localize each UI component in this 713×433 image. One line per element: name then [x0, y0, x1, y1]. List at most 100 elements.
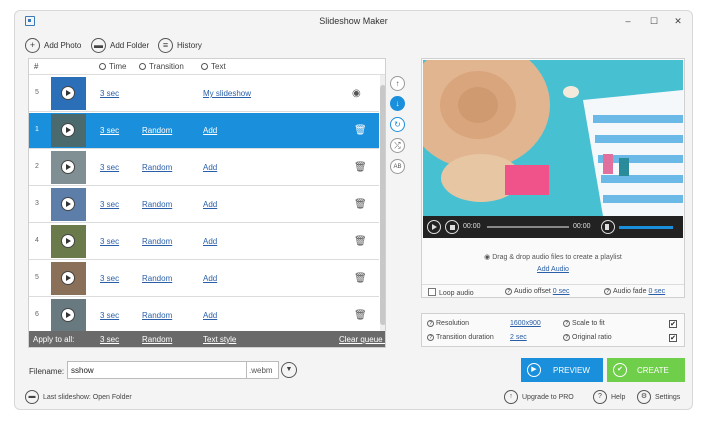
- shuffle-icon[interactable]: ⤮: [390, 138, 405, 153]
- audio-offset-link[interactable]: 0 sec: [553, 288, 570, 295]
- last-slideshow-link[interactable]: ▬ Last slideshow: Open Folder: [25, 390, 132, 404]
- minimize-button[interactable]: –: [617, 14, 639, 28]
- transition-link[interactable]: Random: [142, 163, 172, 172]
- resolution-link[interactable]: 1600x900: [510, 320, 541, 327]
- table-row[interactable]: 6 3 sec Random Add 🗑: [29, 298, 379, 334]
- trash-icon[interactable]: 🗑: [354, 162, 367, 173]
- play-icon[interactable]: [61, 197, 75, 211]
- table-row[interactable]: 3 3 sec Random Add 🗑: [29, 187, 379, 223]
- volume-icon[interactable]: [601, 220, 615, 234]
- time-link[interactable]: 3 sec: [100, 89, 119, 98]
- play-icon[interactable]: [61, 271, 75, 285]
- play-icon[interactable]: [61, 86, 75, 100]
- time-link[interactable]: 3 sec: [100, 200, 119, 209]
- text-link[interactable]: My slideshow: [203, 89, 251, 98]
- trash-icon[interactable]: 🗑: [354, 273, 367, 284]
- text-style-link[interactable]: Text style: [203, 335, 236, 344]
- volume-slider[interactable]: [619, 226, 673, 229]
- settings-button[interactable]: ⚙ Settings: [637, 390, 680, 404]
- play-icon[interactable]: [61, 308, 75, 322]
- transition-duration-link[interactable]: 2 sec: [510, 334, 527, 341]
- transition-link[interactable]: Random: [142, 311, 172, 320]
- chevron-down-icon[interactable]: ▼: [281, 362, 297, 378]
- extension-field[interactable]: .webm: [247, 361, 279, 379]
- filename-label: Filename:: [29, 367, 65, 376]
- transition-link[interactable]: Random: [142, 274, 172, 283]
- ratio-checkbox[interactable]: ✔: [669, 334, 677, 342]
- audio-fade-link[interactable]: 0 sec: [648, 288, 665, 295]
- text-link[interactable]: Add: [203, 200, 217, 209]
- text-link[interactable]: Add: [203, 311, 217, 320]
- time-link[interactable]: 3 sec: [100, 126, 119, 135]
- stop-icon[interactable]: [445, 220, 459, 234]
- table-row[interactable]: 5 3 sec My slideshow ◉: [29, 76, 379, 112]
- eye-icon[interactable]: ◉: [352, 88, 361, 99]
- col-time[interactable]: Time: [99, 62, 126, 71]
- time-link[interactable]: 3 sec: [100, 274, 119, 283]
- preview-panel: 00:00 00:00 ◉ Drag & drop audio files to…: [421, 58, 685, 298]
- apply-time-link[interactable]: 3 sec: [100, 335, 119, 344]
- text-link[interactable]: Add: [203, 237, 217, 246]
- trash-icon[interactable]: 🗑: [354, 310, 367, 321]
- table-row[interactable]: 4 3 sec Random Add 🗑: [29, 224, 379, 260]
- text-icon: [201, 63, 208, 70]
- transition-link[interactable]: Random: [142, 237, 172, 246]
- rotate-icon[interactable]: ↻: [390, 117, 405, 132]
- slide-thumbnail: [51, 262, 86, 295]
- table-row[interactable]: 1 3 sec Random Add 🗑: [29, 113, 379, 149]
- checkbox-icon[interactable]: [428, 288, 436, 296]
- text-link[interactable]: Add: [203, 163, 217, 172]
- scale-checkbox[interactable]: ✔: [669, 320, 677, 328]
- loop-audio-checkbox[interactable]: Loop audio: [428, 288, 474, 297]
- time-link[interactable]: 3 sec: [100, 237, 119, 246]
- filename-input[interactable]: [67, 361, 247, 379]
- play-icon[interactable]: [61, 234, 75, 248]
- list-icon: ≡: [158, 37, 173, 53]
- table-row[interactable]: 2 3 sec Random Add 🗑: [29, 150, 379, 186]
- move-up-icon[interactable]: ↑: [390, 76, 405, 91]
- help-button[interactable]: ? Help: [593, 390, 625, 404]
- play-icon: ▶: [527, 363, 541, 377]
- help-icon[interactable]: ?: [604, 288, 611, 295]
- apply-transition-link[interactable]: Random: [142, 335, 172, 344]
- add-photo-button[interactable]: + Add Photo: [25, 37, 81, 53]
- text-link[interactable]: Add: [203, 126, 217, 135]
- transition-icon: [139, 63, 146, 70]
- help-icon[interactable]: ?: [427, 320, 434, 327]
- trash-icon[interactable]: 🗑: [354, 199, 367, 210]
- grid-scrollbar[interactable]: [380, 75, 385, 331]
- transition-link[interactable]: Random: [142, 200, 172, 209]
- preview-button[interactable]: ▶ PREVIEW: [521, 358, 603, 382]
- play-icon[interactable]: [427, 220, 441, 234]
- move-down-icon[interactable]: ↓: [390, 96, 405, 111]
- close-button[interactable]: ✕: [667, 14, 689, 28]
- play-icon[interactable]: [61, 123, 75, 137]
- help-icon[interactable]: ?: [563, 320, 570, 327]
- maximize-button[interactable]: ☐: [643, 14, 665, 28]
- table-row[interactable]: 5 3 sec Random Add 🗑: [29, 261, 379, 297]
- help-icon[interactable]: ?: [505, 288, 512, 295]
- text-link[interactable]: Add: [203, 274, 217, 283]
- col-text[interactable]: Text: [201, 62, 226, 71]
- help-icon[interactable]: ?: [427, 334, 434, 341]
- video-preview[interactable]: [423, 60, 683, 216]
- transition-link[interactable]: Random: [142, 126, 172, 135]
- time-total: 00:00: [573, 223, 591, 230]
- scroll-thumb[interactable]: [380, 85, 385, 325]
- time-link[interactable]: 3 sec: [100, 311, 119, 320]
- upgrade-button[interactable]: ↑ Upgrade to PRO: [504, 390, 574, 404]
- add-audio-link[interactable]: Add Audio: [423, 266, 683, 273]
- history-button[interactable]: ≡ History: [158, 37, 202, 53]
- add-folder-button[interactable]: ▬ Add Folder: [91, 37, 149, 53]
- trash-icon[interactable]: 🗑: [354, 125, 367, 136]
- help-icon[interactable]: ?: [563, 334, 570, 341]
- col-transition[interactable]: Transition: [139, 62, 184, 71]
- clear-queue-link[interactable]: Clear queue (8): [339, 335, 385, 344]
- audio-drop-area[interactable]: ◉ Drag & drop audio files to create a pl…: [423, 239, 683, 279]
- ab-text-icon[interactable]: AB: [390, 159, 405, 174]
- seek-bar[interactable]: [487, 226, 569, 228]
- play-icon[interactable]: [61, 160, 75, 174]
- time-link[interactable]: 3 sec: [100, 163, 119, 172]
- create-button[interactable]: ✔ CREATE: [607, 358, 685, 382]
- trash-icon[interactable]: 🗑: [354, 236, 367, 247]
